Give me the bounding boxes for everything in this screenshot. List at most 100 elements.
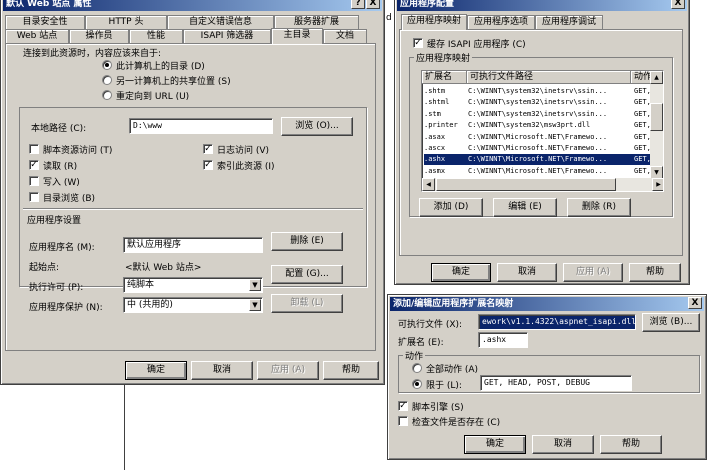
radio-local-directory-label: 此计算机上的目录 (D) — [116, 62, 205, 72]
add-mapping-button[interactable]: 添加 (D) — [419, 198, 483, 217]
close-title-button[interactable]: X — [671, 0, 685, 9]
list-item[interactable]: .asmx C:\WINNT\Microsoft.NET\Framewo... GE… — [424, 166, 651, 177]
index-resource-label: 索引此资源 (I) — [217, 162, 275, 172]
exec-perm-select[interactable]: 纯脚本 ▼ — [123, 277, 263, 293]
unload-button[interactable]: 卸载 (L) — [271, 294, 343, 313]
mappings-list[interactable]: 扩展名 可执行文件路径 动作 .shtm C:\WINNT\system32\in… — [421, 70, 664, 192]
radio-redirect-url-label: 重定向到 URL (U) — [116, 92, 190, 102]
mappings-hscrollbar[interactable]: ◀ ▶ — [422, 178, 663, 191]
read-checkbox[interactable]: ✓ — [29, 160, 39, 170]
write-checkbox[interactable] — [29, 176, 39, 186]
radio-network-share[interactable] — [102, 75, 112, 85]
app-config-window: 应用程序配置 X 应用程序映射 应用程序选项 应用程序调试 ✓ 缓存 ISAPI… — [394, 0, 690, 285]
directory-browsing-label: 目录浏览 (B) — [43, 194, 96, 204]
script-engine-checkbox[interactable]: ✓ — [398, 401, 408, 411]
radio-redirect-url[interactable] — [102, 90, 112, 100]
cell-path: C:\WINNT\system32\inetsrv\ssin... — [468, 109, 608, 118]
edit-mapping-button[interactable]: 编辑 (E) — [493, 198, 557, 217]
help-title-button[interactable]: ? — [351, 0, 365, 9]
stray-text: d — [386, 13, 392, 23]
tab-http-headers[interactable]: HTTP 头 — [85, 15, 167, 29]
col-verbs[interactable]: 动作 — [631, 71, 651, 84]
radio-local-directory[interactable] — [102, 60, 112, 70]
cell-ext: .asmx — [424, 166, 446, 175]
radio-all-verbs[interactable] — [412, 363, 422, 373]
tab-server-extensions[interactable]: 服务器扩展 — [274, 15, 359, 29]
hscroll-thumb[interactable] — [436, 178, 616, 191]
tab-web-site[interactable]: Web 站点 — [5, 29, 69, 43]
exec-perm-value: 纯脚本 — [127, 280, 155, 290]
apply-button[interactable]: 应用 (A) — [257, 361, 319, 380]
log-visits-checkbox[interactable]: ✓ — [203, 144, 213, 154]
delete-mapping-button[interactable]: 删除 (R) — [567, 198, 631, 217]
chevron-down-icon[interactable]: ▼ — [249, 299, 261, 311]
cell-ext: .ashx — [424, 155, 446, 164]
tab-directory-security[interactable]: 目录安全性 — [5, 15, 85, 29]
col-extension[interactable]: 扩展名 — [422, 71, 467, 84]
cell-ext: .stm — [424, 109, 441, 118]
app-protect-label: 应用程序保护 (N): — [29, 303, 103, 313]
scroll-thumb[interactable] — [650, 103, 663, 131]
index-resource-checkbox[interactable]: ✓ — [203, 160, 213, 170]
tab-app-debugging[interactable]: 应用程序调试 — [535, 15, 603, 29]
tab-custom-errors[interactable]: 自定义错误信息 — [167, 15, 274, 29]
app-config-title: 应用程序配置 — [397, 0, 687, 11]
config-button[interactable]: 配置 (G)... — [271, 265, 343, 284]
app-settings-separator — [23, 208, 363, 209]
radio-limit-verbs[interactable] — [412, 379, 422, 389]
chevron-down-icon[interactable]: ▼ — [249, 279, 261, 291]
apply-button[interactable]: 应用 (A) — [563, 263, 623, 282]
tab-performance[interactable]: 性能 — [129, 29, 183, 43]
scroll-up-icon[interactable]: ▲ — [650, 71, 663, 84]
close-title-button[interactable]: X — [366, 0, 380, 9]
browse-button[interactable]: 浏览 (O)... — [281, 117, 353, 136]
exe-input[interactable]: ework\v1.1.4322\aspnet_isapi.dll — [478, 314, 636, 330]
col-exe-path[interactable]: 可执行文件路径 — [467, 71, 631, 84]
edit-mapping-window: 添加/编辑应用程序扩展名映射 X 可执行文件 (X): ework\v1.1.4… — [387, 294, 707, 460]
ok-button[interactable]: 确定 — [464, 435, 526, 454]
tab-app-options[interactable]: 应用程序选项 — [467, 15, 535, 29]
limit-verbs-input[interactable]: GET, HEAD, POST, DEBUG — [480, 375, 632, 391]
cell-path: C:\WINNT\Microsoft.NET\Framewo... — [468, 166, 608, 175]
help-button[interactable]: 帮助 — [323, 361, 379, 380]
check-file-checkbox[interactable] — [398, 416, 408, 426]
cancel-button[interactable]: 取消 — [532, 435, 594, 454]
scroll-right-icon[interactable]: ▶ — [652, 178, 663, 191]
help-button[interactable]: 帮助 — [629, 263, 681, 282]
cancel-button[interactable]: 取消 — [497, 263, 557, 282]
tab-app-mappings[interactable]: 应用程序映射 — [401, 14, 467, 30]
local-path-input[interactable]: D:\www — [129, 118, 273, 134]
help-button[interactable]: 帮助 — [600, 435, 662, 454]
cancel-button[interactable]: 取消 — [191, 361, 253, 380]
app-protect-select[interactable]: 中 (共用的) ▼ — [123, 297, 263, 313]
app-name-input[interactable]: 默认应用程序 — [123, 237, 263, 253]
tab-home-directory[interactable]: 主目录 — [271, 28, 323, 44]
list-item[interactable]: .printer C:\WINNT\system32\msw3prt.dll GET… — [424, 120, 651, 131]
remove-button[interactable]: 删除 (E) — [271, 232, 343, 251]
tab-operators[interactable]: 操作员 — [69, 29, 129, 43]
ok-button[interactable]: 确定 — [431, 263, 491, 282]
directory-browsing-checkbox[interactable] — [29, 192, 39, 202]
cache-isapi-label: 缓存 ISAPI 应用程序 (C) — [427, 40, 526, 50]
ok-button[interactable]: 确定 — [125, 361, 187, 380]
exec-perm-label: 执行许可 (P): — [29, 283, 84, 293]
ext-input[interactable]: .ashx — [478, 332, 528, 348]
exe-label: 可执行文件 (X): — [398, 320, 463, 330]
tab-isapi-filters[interactable]: ISAPI 筛选器 — [183, 29, 271, 43]
edit-mapping-title: 添加/编辑应用程序扩展名映射 — [390, 297, 704, 311]
browse-button[interactable]: 浏览 (B)... — [642, 313, 700, 332]
mappings-vscrollbar[interactable]: ▲ ▼ — [650, 71, 663, 179]
scroll-left-icon[interactable]: ◀ — [422, 178, 435, 191]
cell-path: C:\WINNT\Microsoft.NET\Framewo... — [468, 132, 608, 141]
list-item[interactable]: .ascx C:\WINNT\Microsoft.NET\Framewo... GE… — [424, 143, 651, 154]
script-access-label: 脚本资源访问 (T) — [43, 146, 113, 156]
close-title-button[interactable]: X — [688, 297, 702, 309]
list-item[interactable]: .stm C:\WINNT\system32\inetsrv\ssin... GET… — [424, 109, 651, 120]
list-item[interactable]: .shtml C:\WINNT\system32\inetsrv\ssin... G… — [424, 97, 651, 108]
cache-isapi-checkbox[interactable]: ✓ — [413, 38, 423, 48]
script-access-checkbox[interactable] — [29, 144, 39, 154]
list-item[interactable]: .shtm C:\WINNT\system32\inetsrv\ssin... GE… — [424, 86, 651, 97]
list-item[interactable]: .asax C:\WINNT\Microsoft.NET\Framewo... GE… — [424, 132, 651, 143]
tab-documents[interactable]: 文档 — [323, 29, 367, 43]
list-item[interactable]: .ashx C:\WINNT\Microsoft.NET\Framewo... GE… — [424, 154, 651, 166]
